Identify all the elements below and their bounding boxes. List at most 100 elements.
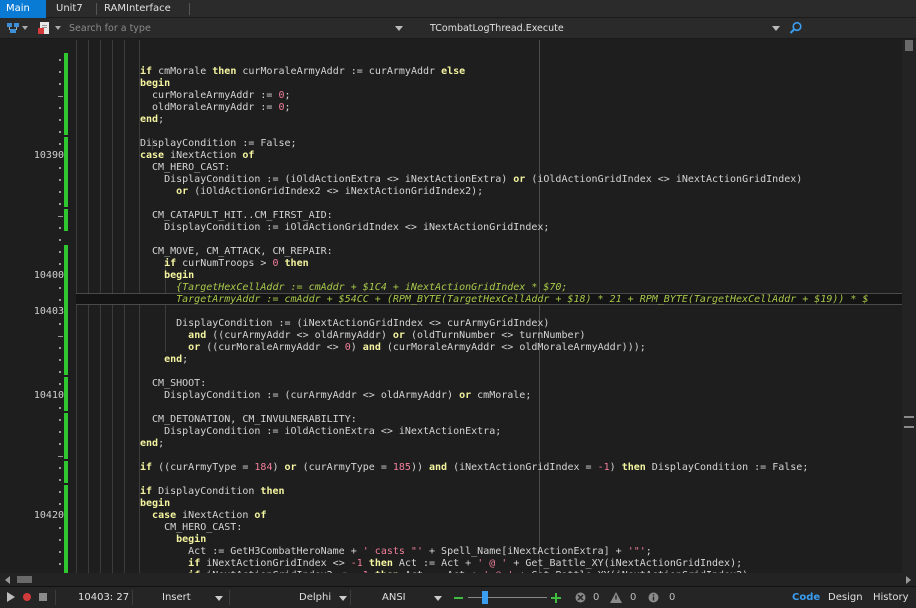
gutter-dot [59,119,61,121]
gutter-dot [59,59,61,61]
play-icon[interactable] [6,592,16,602]
code-token: ; [645,546,652,557]
method-combo[interactable]: TCombatLogThread.Execute [425,20,785,37]
info-icon[interactable] [648,592,659,603]
tab-raminterface[interactable]: RAMInterface [98,0,188,18]
comment-token: TargetArmyAddr := cmAddr + $54CC + (RPM_… [140,294,869,305]
code-token: oldMoraleArmyAddr := [140,102,279,113]
code-line[interactable]: begin [140,534,206,546]
zoom-slider-thumb[interactable] [482,591,488,604]
chevron-down-icon[interactable] [55,26,61,30]
zoom-out-icon[interactable] [454,597,463,599]
line-number: 10400 [33,270,64,281]
search-input[interactable]: Search for a type [69,20,151,37]
code-line[interactable]: {TargetHexCellAddr := cmAddr + $1C4 + iN… [140,282,567,294]
code-line[interactable]: if iNextActionGridIndex <> -1 then Act :… [140,558,742,570]
code-line[interactable]: DisplayCondition := iOldActionGridIndex … [140,222,549,234]
code-line[interactable]: CM_MOVE, CM_ATTACK, CM_REPAIR: [140,246,333,258]
insert-mode[interactable]: Insert [162,587,191,608]
horizontal-scroll-thumb[interactable] [17,576,32,583]
tab-divider [189,3,190,15]
zoom-in-icon[interactable] [551,593,561,603]
tab-main[interactable]: Main [0,0,46,18]
chevron-down-icon[interactable] [769,22,783,35]
code-line[interactable]: CM_HERO_CAST: [140,522,242,534]
literal-token: -1 [350,558,363,569]
search-icon[interactable] [789,21,803,35]
code-line[interactable]: Act := GetH3CombatHeroName + ' casts "' … [140,546,652,558]
scroll-right-icon[interactable] [906,576,911,584]
code-line[interactable]: oldMoraleArmyAddr := 0; [140,102,291,114]
code-token: CM_MOVE, CM_ATTACK, CM_REPAIR: [140,246,333,257]
code-line[interactable]: begin [140,78,170,90]
code-line[interactable]: CM_DETONATION, CM_INVULNERABILITY: [140,414,357,426]
stop-icon[interactable] [38,592,48,602]
tab-unit7[interactable]: Unit7 [50,0,95,18]
code-token: curMoraleArmyAddr := curArmyAddr [236,66,442,77]
tab-design[interactable]: Design [828,587,863,608]
zoom-slider-track[interactable] [468,597,547,598]
code-line[interactable]: end; [140,114,164,126]
code-line[interactable]: end; [140,438,164,450]
encoding-selector[interactable]: ANSI [382,587,406,608]
literal-token: ' @ ' [477,558,508,569]
code-line[interactable]: end; [140,354,188,366]
vertical-scroll-thumb[interactable] [905,40,913,51]
code-line[interactable]: begin [140,498,170,510]
chevron-down-icon[interactable] [434,596,442,601]
vertical-scrollbar[interactable] [902,40,916,573]
chevron-down-icon[interactable] [392,22,406,35]
code-line[interactable]: TargetArmyAddr := cmAddr + $54CC + (RPM_… [140,294,868,306]
chevron-down-icon[interactable] [215,596,223,601]
gutter-dot [59,551,61,553]
code-line[interactable]: DisplayCondition := (curArmyAddr <> oldA… [140,390,531,402]
code-line[interactable]: DisplayCondition := iOldActionExtra <> i… [140,426,501,438]
warning-count: 0 [630,592,637,603]
language-selector[interactable]: Delphi [299,587,331,608]
structure-view-icon[interactable] [6,21,20,35]
error-icon[interactable] [575,592,586,603]
horizontal-scrollbar[interactable] [0,573,916,586]
tab-history[interactable]: History [873,587,909,608]
code-line[interactable]: DisplayCondition := False; [140,138,297,150]
code-line[interactable]: if ((curArmyType = 184) or (curArmyType … [140,462,808,474]
chevron-down-icon[interactable] [22,26,28,30]
code-line[interactable]: CM_HERO_CAST: [140,162,230,174]
code-editor[interactable]: 10390 10400 10403 10410 10420 if cmMorale th… [0,40,916,573]
line-gutter: 10390 10400 10403 10410 10420 [0,40,76,573]
keyword-token: begin [140,78,171,89]
chevron-down-icon[interactable] [339,596,347,601]
code-line[interactable]: CM_CATAPULT_HIT..CM_FIRST_AID: [140,210,333,222]
modified-line-marker [64,413,68,459]
type-browser-icon[interactable] [38,21,52,35]
literal-token: ' casts "' [362,546,423,557]
code-line[interactable]: or (iOldActionGridIndex2 <> iNextActionG… [140,186,483,198]
code-line[interactable]: and ((curArmyAddr <> oldArmyAddr) or (ol… [140,330,586,342]
gutter-dot [59,467,61,469]
code-token: ((curArmyAddr <> oldArmyAddr) [206,330,393,341]
hint-count: 0 [669,592,676,603]
keyword-token: if [140,462,153,473]
code-line[interactable]: begin [140,270,194,282]
code-line[interactable]: or ((curMoraleArmyAddr <> 0) and (curMor… [140,342,646,354]
warning-icon[interactable] [610,592,622,603]
tab-code[interactable]: Code [792,587,820,608]
line-number: 10403 [33,306,64,317]
code-line[interactable]: if cmMorale then curMoraleArmyAddr := cu… [140,66,465,78]
code-line[interactable]: DisplayCondition := (iOldActionExtra <> … [140,174,802,186]
code-line[interactable]: case iNextAction of [140,150,254,162]
code-line[interactable]: if curNumTroops > 0 then [140,258,309,270]
code-line[interactable]: CM_SHOOT: [140,378,206,390]
code-token: (oldTurnNumber <> turnNumber) [404,330,586,341]
type-search-combo[interactable]: Search for a type [66,20,408,37]
gutter-dot [59,203,61,205]
code-line[interactable]: if DisplayCondition then [140,486,285,498]
record-icon[interactable] [22,592,32,602]
code-line[interactable]: case iNextAction of [140,510,266,522]
keyword-token: case [140,150,165,161]
scroll-left-icon[interactable] [5,576,10,584]
code-line[interactable]: curMoraleArmyAddr := 0; [140,90,291,102]
code-line[interactable]: DisplayCondition := (iNextActionGridInde… [140,318,549,330]
gutter-dot [59,431,61,433]
